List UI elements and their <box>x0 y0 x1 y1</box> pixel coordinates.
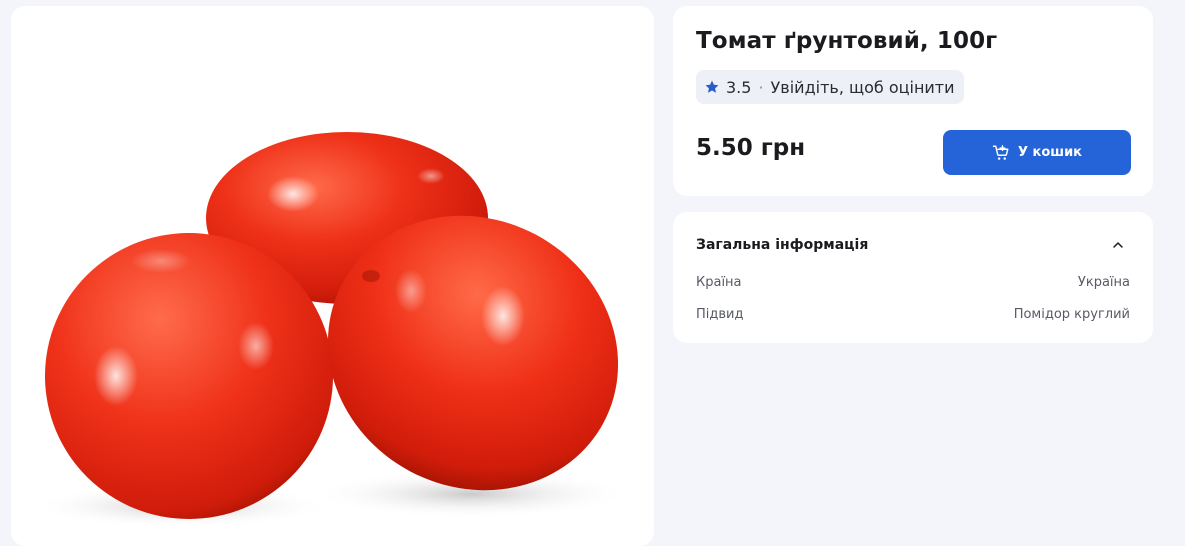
info-row-label: Країна <box>696 275 742 290</box>
product-card: Томат ґрунтовий, 100г 3.5 · Увійдіть, що… <box>673 6 1153 196</box>
product-price: 5.50 грн <box>696 135 806 161</box>
info-row-country: Країна Україна <box>696 275 1130 295</box>
info-row-value: Україна <box>1077 275 1130 290</box>
general-info-card: Загальна інформація Країна Україна Підви… <box>673 212 1153 343</box>
cart-add-icon <box>992 144 1009 160</box>
rating-badge[interactable]: 3.5 · Увійдіть, щоб оцінити <box>696 70 964 104</box>
add-to-cart-label: У кошик <box>1017 145 1083 160</box>
info-row-subtype: Підвид Помідор круглий <box>696 307 1130 327</box>
star-icon <box>705 80 719 93</box>
rating-value: 3.5 <box>726 77 752 97</box>
chevron-up-icon[interactable] <box>1110 237 1126 253</box>
add-to-cart-button[interactable]: У кошик <box>943 130 1131 175</box>
rating-separator: · <box>758 77 764 97</box>
rating-login-link[interactable]: Увійдіть, щоб оцінити <box>771 78 955 97</box>
info-row-label: Підвид <box>696 307 744 322</box>
product-image <box>31 132 631 528</box>
general-info-title: Загальна інформація <box>696 237 869 253</box>
general-info-toggle[interactable]: Загальна інформація <box>673 212 1153 278</box>
product-image-card <box>11 6 654 546</box>
product-title: Томат ґрунтовий, 100г <box>696 28 998 54</box>
info-row-value: Помідор круглий <box>1013 307 1130 322</box>
